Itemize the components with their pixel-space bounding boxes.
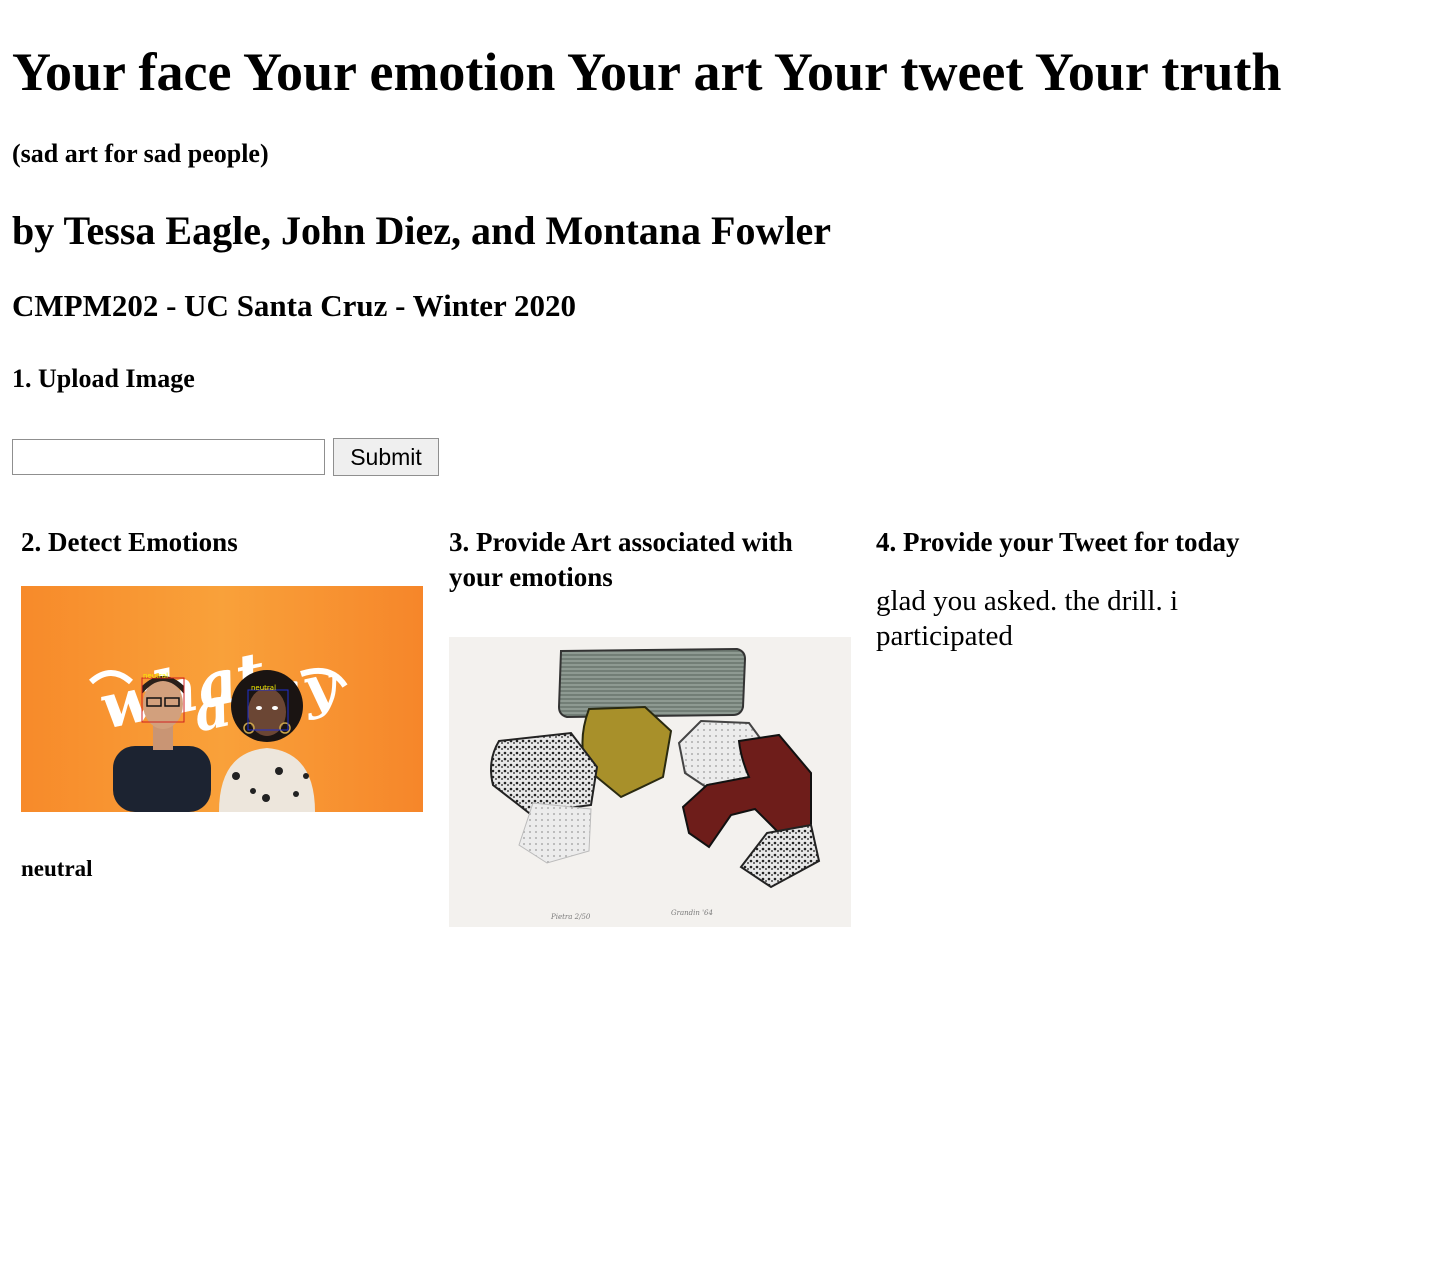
course-heading: CMPM202 - UC Santa Cruz - Winter 2020 — [12, 288, 576, 323]
art-heading: 3. Provide Art associated with your emot… — [449, 527, 793, 592]
face-label-2: neutral — [251, 684, 276, 692]
detected-emotion: neutral — [21, 856, 93, 881]
page-title: Your face Your emotion Your art Your twe… — [12, 42, 1282, 102]
results-columns: 2. Detect Emotions what aday — [12, 477, 1442, 1177]
upload-form: Submit — [12, 437, 1442, 477]
face-label-1: neutral — [143, 672, 168, 680]
tweet-text: glad you asked. the drill. i participate… — [876, 585, 1179, 652]
artwork-image: Pietra 2/50 Grandin '64 — [449, 637, 851, 927]
svg-text:Grandin '64: Grandin '64 — [671, 909, 713, 917]
tweet-heading: 4. Provide your Tweet for today — [876, 527, 1240, 557]
art-column: 3. Provide Art associated with your emot… — [449, 477, 851, 927]
authors-heading: by Tessa Eagle, John Diez, and Montana F… — [12, 208, 831, 253]
submit-button[interactable]: Submit — [333, 438, 439, 476]
uploaded-photo: what aday neutral — [21, 586, 423, 812]
image-url-input[interactable] — [12, 439, 325, 475]
page: Your face Your emotion Your art Your twe… — [0, 0, 1454, 1177]
page-subtitle: (sad art for sad people) — [12, 139, 269, 168]
detect-emotions-column: 2. Detect Emotions what aday — [21, 477, 423, 882]
detect-emotions-heading: 2. Detect Emotions — [21, 527, 238, 557]
upload-heading: 1. Upload Image — [12, 364, 195, 393]
tweet-column: 4. Provide your Tweet for today glad you… — [876, 477, 1278, 654]
svg-text:Pietra 2/50: Pietra 2/50 — [550, 913, 591, 921]
